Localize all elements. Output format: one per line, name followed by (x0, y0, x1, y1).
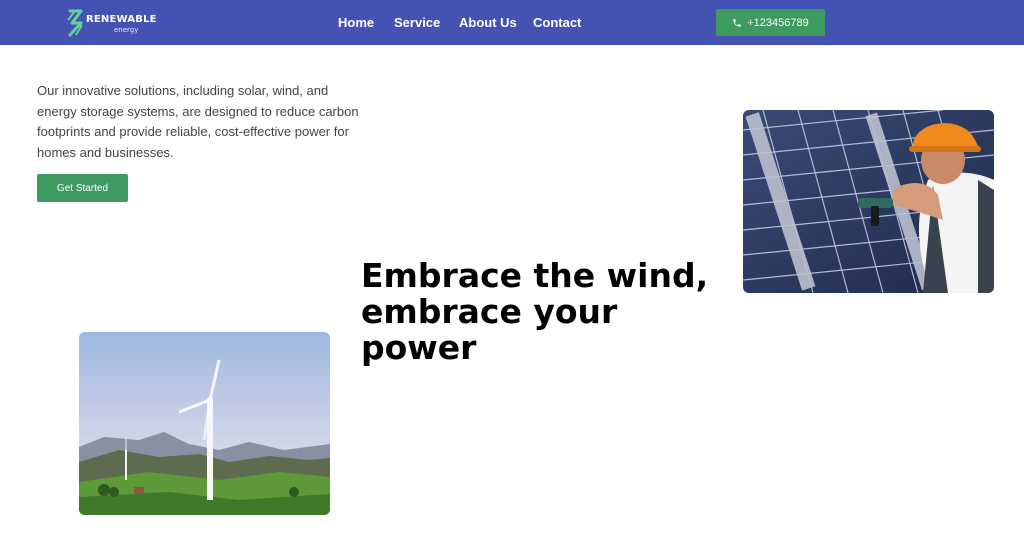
logo[interactable]: RENEWABLE energy (66, 9, 156, 37)
wind-turbine-photo (79, 332, 330, 515)
phone-number: +123456789 (747, 16, 809, 29)
nav-link-about-us[interactable]: About Us (459, 15, 517, 30)
hero-headline: Embrace the wind, embrace your power (361, 256, 709, 367)
hero-intro-text: Our innovative solutions, including sola… (37, 83, 359, 160)
phone-button[interactable]: +123456789 (716, 9, 825, 36)
nav-link-home[interactable]: Home (338, 15, 374, 30)
logo-mark-icon (67, 9, 83, 37)
nav-link-service[interactable]: Service (394, 15, 440, 30)
phone-icon (733, 18, 741, 27)
get-started-button[interactable]: Get Started (37, 174, 128, 202)
logo-wordmark: RENEWABLE (86, 14, 157, 25)
logo-subtitle: energy (114, 26, 139, 34)
nav-link-contact[interactable]: Contact (533, 15, 581, 30)
solar-installer-photo (743, 110, 994, 293)
top-nav: RENEWABLE energy Home Service About Us C… (0, 0, 1024, 45)
